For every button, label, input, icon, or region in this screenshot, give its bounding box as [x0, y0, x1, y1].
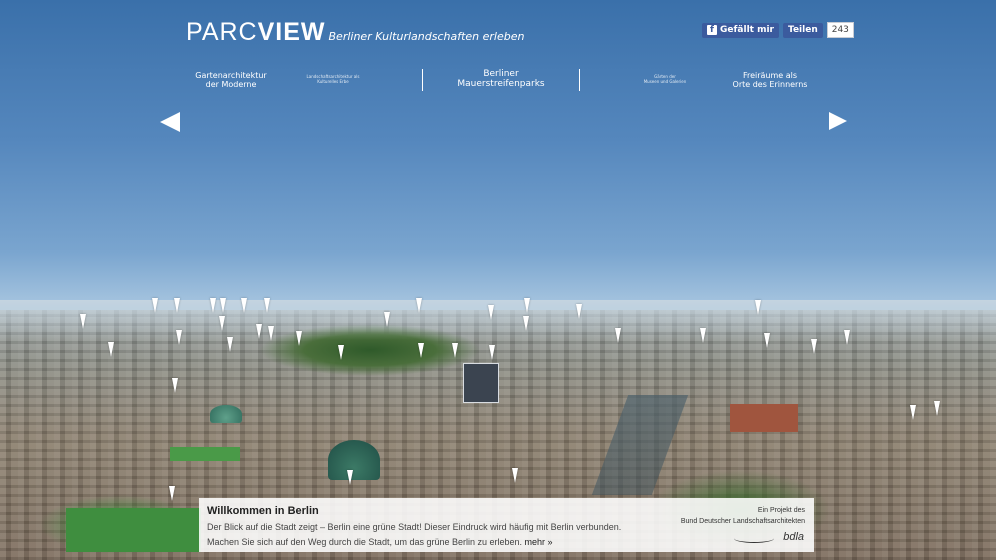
location-pin-icon[interactable] [418, 343, 424, 358]
location-pin-icon[interactable] [220, 298, 226, 313]
bdla-logo[interactable]: bdla [783, 531, 804, 543]
location-pin-icon[interactable] [108, 342, 114, 357]
info-title: Willkommen in Berlin [207, 505, 319, 517]
location-pin-icon[interactable] [755, 300, 761, 315]
info-text-line2: Machen Sie sich auf den Weg durch die St… [207, 537, 523, 547]
location-pin-icon[interactable] [338, 345, 344, 360]
project-credit: Ein Projekt des Bund Deutscher Landschaf… [681, 505, 805, 527]
credit-line1: Ein Projekt des [757, 507, 805, 514]
arrow-right-icon[interactable] [829, 112, 847, 130]
logo-tagline: Berliner Kulturlandschaften erleben [328, 30, 525, 43]
nav-divider-left [422, 69, 423, 91]
location-pin-icon[interactable] [241, 298, 247, 313]
nav-item-line2: Orte des Erinnerns [732, 80, 808, 90]
nav-item-line2: Kulturelles Erbe [317, 78, 349, 84]
info-text-line1: Der Blick auf die Stadt zeigt – Berlin e… [207, 522, 622, 532]
credit-line2: Bund Deutscher Landschaftsarchitekten [680, 518, 805, 525]
nav-item-gartenarchitektur[interactable]: Gartenarchitektur der Moderne [190, 71, 272, 89]
location-pin-icon[interactable] [210, 298, 216, 313]
social-bar: f Gefällt mir Teilen 243 [702, 22, 854, 38]
location-pin-icon[interactable] [615, 328, 621, 343]
park-field [66, 508, 201, 552]
info-panel: Willkommen in Berlin Der Blick auf die S… [199, 498, 814, 552]
location-pin-icon[interactable] [523, 316, 529, 331]
nav-item-line2: der Moderne [205, 80, 257, 90]
location-pin-icon[interactable] [176, 330, 182, 345]
location-pin-icon[interactable] [934, 401, 940, 416]
nav-divider-right [579, 69, 580, 91]
like-count: 243 [826, 22, 854, 38]
nav-item-line1: Gartenarchitektur [195, 71, 267, 80]
location-pin-icon[interactable] [416, 298, 422, 313]
location-pin-icon[interactable] [169, 486, 175, 501]
location-pin-icon[interactable] [227, 337, 233, 352]
location-pin-icon[interactable] [347, 470, 353, 485]
small-dome [210, 405, 242, 423]
location-pin-icon[interactable] [576, 304, 582, 319]
facebook-like-button[interactable]: f Gefällt mir [702, 22, 779, 38]
bdla-swoosh-icon [734, 534, 774, 543]
nav-item-line1: Freiräume als [742, 71, 798, 80]
location-pin-icon[interactable] [384, 312, 390, 327]
location-pin-icon[interactable] [452, 343, 458, 358]
cathedral-dome [328, 440, 380, 480]
location-pin-icon[interactable] [80, 314, 86, 329]
location-pin-icon[interactable] [219, 316, 225, 331]
location-pin-icon[interactable] [268, 326, 274, 341]
nav-item-mauerstreifenparks[interactable]: Berliner Mauerstreifenparks [450, 69, 552, 90]
location-pin-icon[interactable] [910, 405, 916, 420]
facebook-icon: f [707, 25, 717, 35]
tower-building [463, 363, 499, 403]
like-label: Gefällt mir [720, 25, 774, 35]
nav-item-kulturelles-erbe[interactable]: Landschaftsarchitektur als Kulturelles E… [302, 74, 364, 84]
more-link[interactable]: mehr » [525, 537, 553, 547]
location-pin-icon[interactable] [296, 331, 302, 346]
logo-light: PARC [186, 18, 258, 46]
location-pin-icon[interactable] [174, 298, 180, 313]
nav-item-erinnern[interactable]: Freiräume als Orte des Erinnerns [730, 71, 810, 89]
location-pin-icon[interactable] [256, 324, 262, 339]
location-pin-icon[interactable] [764, 333, 770, 348]
facebook-share-button[interactable]: Teilen [783, 22, 823, 38]
location-pin-icon[interactable] [700, 328, 706, 343]
location-pin-icon[interactable] [524, 298, 530, 313]
nav-item-line2: Museen und Galerien [643, 78, 687, 84]
logo-bold: VIEW [257, 18, 326, 46]
nav-item-museen[interactable]: Gärten der Museen und Galerien [636, 74, 694, 84]
park-field-small [170, 447, 240, 461]
nav-item-line1: Berliner [483, 69, 519, 79]
location-pin-icon[interactable] [152, 298, 158, 313]
site-logo[interactable]: PARCVIEW Berliner Kulturlandschaften erle… [186, 18, 524, 47]
location-pin-icon[interactable] [264, 298, 270, 313]
nav-item-line2: Mauerstreifenparks [457, 79, 545, 90]
location-pin-icon[interactable] [512, 468, 518, 483]
location-pin-icon[interactable] [488, 305, 494, 320]
location-pin-icon[interactable] [844, 330, 850, 345]
info-text: Der Blick auf die Stadt zeigt – Berlin e… [207, 520, 647, 550]
location-pin-icon[interactable] [172, 378, 178, 393]
location-pin-icon[interactable] [489, 345, 495, 360]
red-town-hall [730, 404, 798, 432]
location-pin-icon[interactable] [811, 339, 817, 354]
arrow-left-icon[interactable] [160, 112, 180, 132]
